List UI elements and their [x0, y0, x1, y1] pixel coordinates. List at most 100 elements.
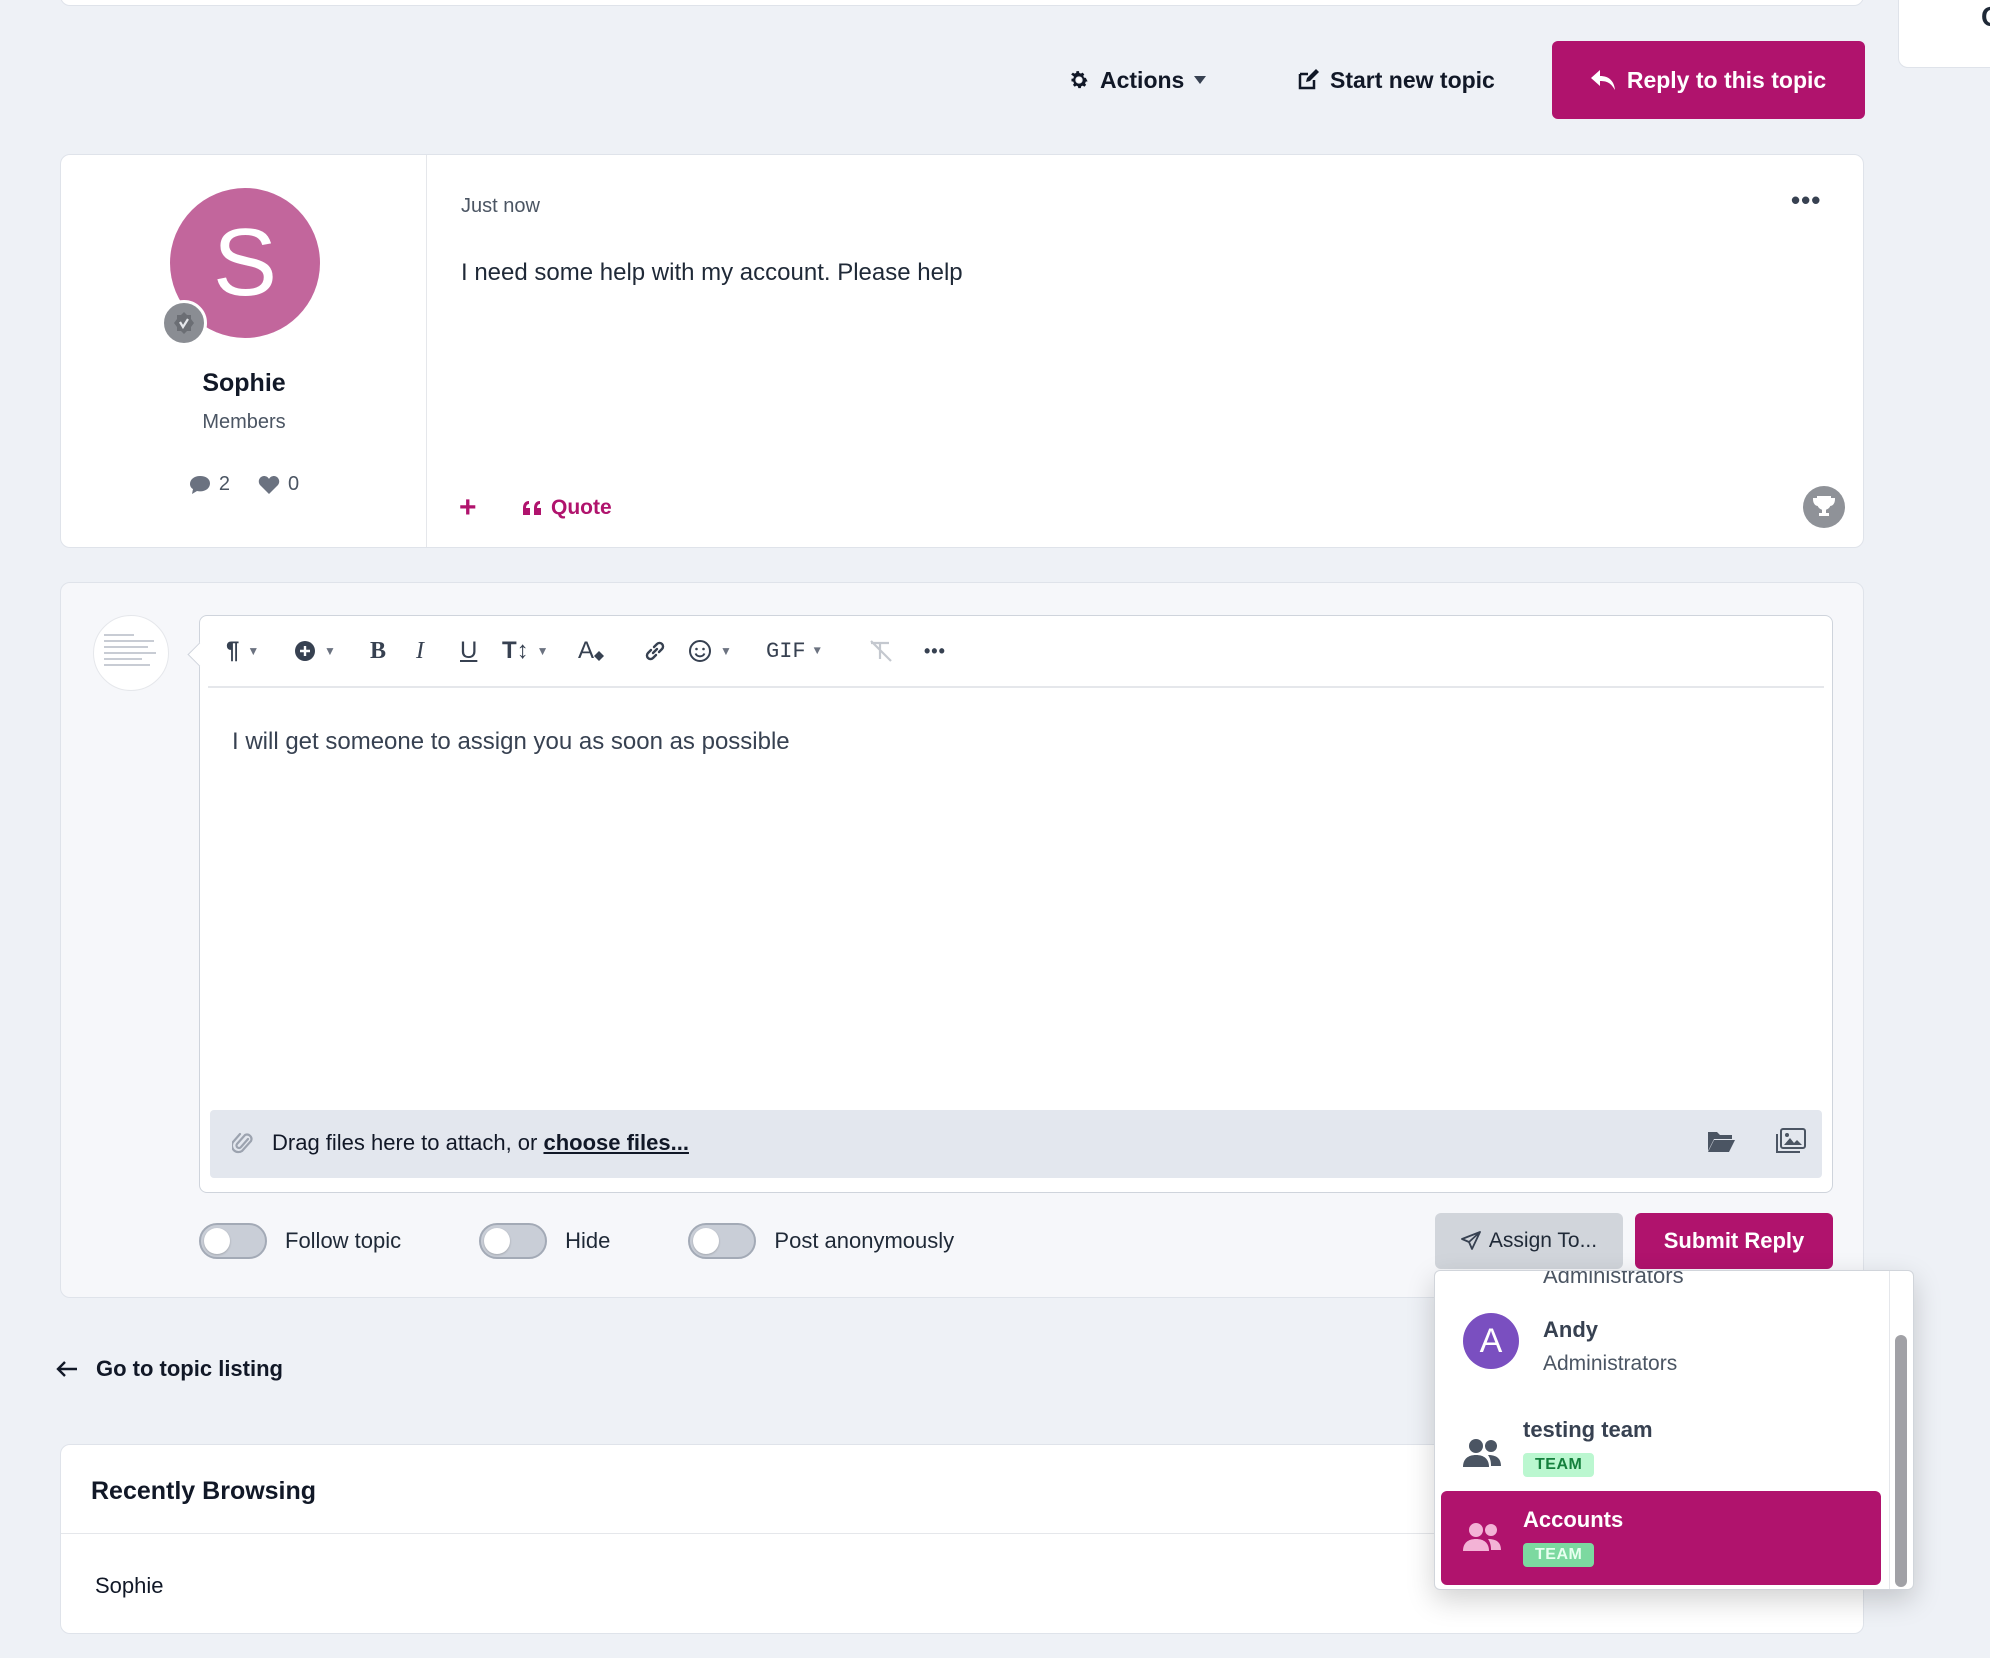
link-icon — [645, 641, 665, 661]
follow-topic-label: Follow topic — [285, 1228, 402, 1253]
option-name: Accounts — [1523, 1507, 1624, 1532]
recent-user-link[interactable]: Sophie — [95, 1573, 164, 1599]
more-tools-icon[interactable]: ••• — [924, 634, 946, 668]
caret-down-icon: ▼ — [324, 644, 336, 658]
posts-stat: 2 — [189, 473, 230, 496]
choose-files-link[interactable]: choose files... — [543, 1130, 689, 1155]
post-content: I need some help with my account. Please… — [461, 259, 963, 286]
font-size-button[interactable]: T↕ ▼ — [502, 634, 549, 668]
assign-option-andy[interactable]: A Andy Administrators — [1441, 1271, 1881, 1381]
quote-icon — [523, 501, 541, 515]
post-more-icon[interactable]: ••• — [1791, 185, 1821, 216]
caret-down-icon: ▼ — [813, 644, 821, 658]
author-group: Members — [202, 411, 286, 433]
text-size-icon: T↕ — [502, 637, 529, 664]
option-name: Andy — [1543, 1317, 1598, 1342]
reply-to-topic-button[interactable]: Reply to this topic — [1552, 41, 1865, 119]
reply-icon — [1590, 70, 1615, 90]
comment-icon — [189, 475, 210, 494]
bold-button[interactable]: B — [370, 634, 386, 668]
reply-options: Follow topic Hide Post anonymously — [199, 1221, 1032, 1261]
arrow-left-icon — [56, 1361, 77, 1377]
hide-option: Hide — [479, 1223, 610, 1259]
reactions-stat: 0 — [258, 473, 299, 496]
clear-format-icon — [870, 640, 892, 662]
paragraph-icon: ¶ — [226, 637, 240, 664]
author-stats: 2 0 — [61, 473, 427, 496]
assign-to-button[interactable]: Assign To... — [1435, 1213, 1623, 1269]
recently-browsing-title: Recently Browsing — [91, 1477, 317, 1505]
plus-circle-icon — [295, 641, 315, 661]
post-anonymously-toggle[interactable] — [688, 1223, 757, 1259]
assign-to-label: Assign To... — [1488, 1229, 1598, 1252]
editor-toolbar: ¶ ▼ ▼ B I U T↕ ▼ A ▼ GIF ▼ ••• — [208, 616, 1824, 688]
previous-card-edge — [60, 0, 1864, 6]
assign-option-accounts[interactable]: Accounts TEAM — [1441, 1491, 1881, 1585]
emoji-button[interactable]: ▼ — [688, 634, 732, 668]
follow-topic-toggle[interactable] — [199, 1223, 267, 1259]
post-card: S Sophie Members 2 0 Just now ••• I need… — [60, 154, 1864, 548]
image-gallery-icon[interactable] — [1776, 1128, 1806, 1154]
trophy-icon[interactable] — [1803, 486, 1845, 528]
send-icon — [1461, 1231, 1481, 1250]
post-anonymously-label: Post anonymously — [774, 1228, 955, 1253]
reply-label: Reply to this topic — [1626, 66, 1827, 93]
heart-icon — [258, 475, 280, 494]
author-column: S Sophie Members 2 0 — [61, 155, 427, 547]
team-badge: TEAM — [1523, 1453, 1595, 1477]
paperclip-icon — [232, 1132, 253, 1154]
hide-label: Hide — [565, 1228, 611, 1253]
start-new-topic-button[interactable]: Start new topic — [1296, 62, 1495, 98]
option-name: testing team — [1523, 1417, 1653, 1442]
caret-down-icon — [1194, 76, 1207, 84]
team-badge: TEAM — [1523, 1543, 1595, 1567]
editor-content[interactable]: I will get someone to assign you as soon… — [232, 728, 790, 756]
team-icon — [1463, 1523, 1501, 1551]
actions-button[interactable]: Actions — [1068, 62, 1207, 98]
scroll-track — [1889, 1271, 1890, 1589]
scrollbar-thumb[interactable] — [1895, 1335, 1907, 1587]
team-icon — [1463, 1439, 1501, 1467]
rich-text-editor: ¶ ▼ ▼ B I U T↕ ▼ A ▼ GIF ▼ ••• I will ge… — [199, 615, 1833, 1193]
quote-label: Quote — [551, 496, 612, 519]
folder-open-icon[interactable] — [1706, 1128, 1736, 1154]
caret-down-icon: ▼ — [536, 644, 549, 658]
reply-form: ¶ ▼ ▼ B I U T↕ ▼ A ▼ GIF ▼ ••• I will ge… — [60, 582, 1864, 1298]
caret-down-icon: ▼ — [720, 644, 732, 658]
quote-button[interactable]: Quote — [523, 496, 612, 520]
caret-down-icon: ▼ — [247, 644, 260, 658]
attachment-dropzone[interactable]: Drag files here to attach, or choose fil… — [210, 1110, 1822, 1178]
gear-icon — [1071, 71, 1088, 89]
hide-toggle[interactable] — [479, 1223, 548, 1259]
author-name[interactable]: Sophie — [61, 369, 427, 398]
option-subtitle: Administrators — [1543, 1352, 1678, 1375]
andy-avatar: A — [1463, 1313, 1519, 1369]
text-color-button[interactable]: A — [578, 634, 606, 668]
start-new-topic-label: Start new topic — [1330, 66, 1495, 93]
side-panel-edge: C — [1898, 0, 1990, 68]
smiley-icon — [689, 640, 711, 662]
go-to-topic-listing-label: Go to topic listing — [96, 1356, 283, 1381]
gif-button[interactable]: GIF ▼ — [766, 634, 821, 668]
actions-label: Actions — [1100, 66, 1185, 93]
paragraph-format-button[interactable]: ¶ ▼ — [226, 634, 259, 668]
link-button[interactable] — [642, 634, 668, 668]
paint-bucket-icon — [594, 651, 605, 661]
assign-to-dropdown: Administrators A Andy Administrators tes… — [1434, 1270, 1914, 1590]
clear-format-button[interactable] — [868, 634, 894, 668]
current-user-avatar — [93, 615, 169, 691]
post-timestamp[interactable]: Just now — [461, 195, 540, 218]
rank-badge-icon — [161, 300, 207, 346]
dropzone-text: Drag files here to attach, or — [272, 1130, 544, 1155]
anonymous-option: Post anonymously — [688, 1223, 954, 1259]
assign-option-testing-team[interactable]: testing team TEAM — [1441, 1407, 1881, 1501]
gif-label: GIF — [766, 638, 806, 664]
submit-reply-button[interactable]: Submit Reply — [1635, 1213, 1833, 1269]
insert-button[interactable]: ▼ — [294, 634, 336, 668]
edit-icon — [1298, 69, 1319, 90]
underline-button[interactable]: U — [460, 634, 477, 668]
add-reaction-button[interactable]: + — [459, 491, 477, 525]
follow-topic-option: Follow topic — [199, 1223, 401, 1259]
go-to-topic-listing-link[interactable]: Go to topic listing — [56, 1356, 283, 1382]
italic-button[interactable]: I — [416, 634, 424, 668]
